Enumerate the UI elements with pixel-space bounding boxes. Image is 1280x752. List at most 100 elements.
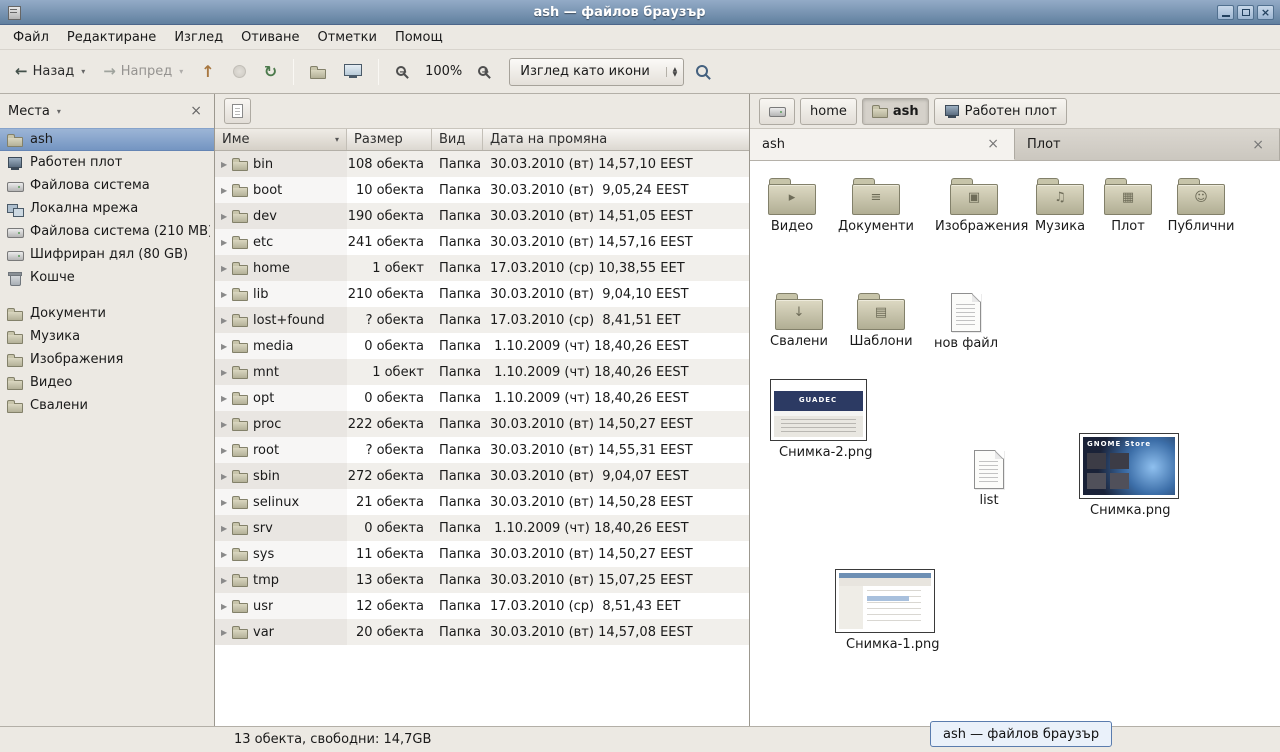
file-row[interactable]: ▶tmp13 обектаПапка30.03.2010 (вт) 15,07,…	[215, 567, 749, 593]
expander-icon[interactable]: ▶	[221, 628, 232, 637]
expander-icon[interactable]: ▶	[221, 420, 232, 429]
sidebar-item[interactable]: Кошче	[0, 266, 214, 289]
minimize-button[interactable]	[1217, 5, 1234, 20]
sidebar-item[interactable]: Шифриран дял (80 GB)	[0, 243, 214, 266]
view-mode-select[interactable]: Изглед като икони ▲▼	[509, 58, 684, 86]
tab-close-button[interactable]: ×	[1249, 137, 1267, 153]
file-row[interactable]: ▶home1 обектПапка17.03.2010 (ср) 10,38,5…	[215, 255, 749, 281]
file-row[interactable]: ▶srv0 обектаПапка 1.10.2009 (чт) 18,40,2…	[215, 515, 749, 541]
expander-icon[interactable]: ▶	[221, 290, 232, 299]
column-header-type[interactable]: Вид	[432, 129, 483, 150]
sidebar-item[interactable]: Локална мрежа	[0, 197, 214, 220]
expander-icon[interactable]: ▶	[221, 550, 232, 559]
expander-icon[interactable]: ▶	[221, 238, 232, 247]
icon-item[interactable]: нов файл	[918, 291, 1014, 352]
icon-item[interactable]: ▤Шаблони	[833, 290, 929, 350]
file-row[interactable]: ▶etc241 обектаПапка30.03.2010 (вт) 14,57…	[215, 229, 749, 255]
menubar-item[interactable]: Файл	[4, 27, 58, 48]
zoom-out-button[interactable]: −	[388, 60, 417, 84]
search-button[interactable]	[688, 59, 719, 85]
breadcrumb-button[interactable]: home	[800, 98, 857, 125]
sidebar-item[interactable]: Видео	[0, 371, 214, 394]
computer-button[interactable]	[337, 59, 369, 84]
file-row[interactable]: ▶selinux21 обектаПапка30.03.2010 (вт) 14…	[215, 489, 749, 515]
menubar-item[interactable]: Изглед	[165, 27, 232, 48]
up-button[interactable]: ↑	[194, 59, 221, 85]
expander-icon[interactable]: ▶	[221, 160, 232, 169]
column-header-date[interactable]: Дата на промяна	[483, 129, 749, 150]
file-row[interactable]: ▶opt0 обектаПапка 1.10.2009 (чт) 18,40,2…	[215, 385, 749, 411]
expander-icon[interactable]: ▶	[221, 342, 232, 351]
icon-item[interactable]: list	[941, 448, 1037, 509]
file-row[interactable]: ▶boot10 обектаПапка30.03.2010 (вт) 9,05,…	[215, 177, 749, 203]
sidebar-item[interactable]: ash	[0, 128, 214, 151]
expander-icon[interactable]: ▶	[221, 394, 232, 403]
file-row[interactable]: ▶bin108 обектаПапка30.03.2010 (вт) 14,57…	[215, 151, 749, 177]
breadcrumb-button[interactable]: ash	[862, 98, 929, 125]
expander-icon[interactable]: ▶	[221, 316, 232, 325]
expander-icon[interactable]: ▶	[221, 524, 232, 533]
stop-button[interactable]	[226, 60, 253, 83]
column-header-name[interactable]: Име ▾	[215, 129, 347, 150]
file-row[interactable]: ▶media0 обектаПапка 1.10.2009 (чт) 18,40…	[215, 333, 749, 359]
file-row[interactable]: ▶root? обектаПапка30.03.2010 (вт) 14,55,…	[215, 437, 749, 463]
sidebar-close-button[interactable]: ×	[186, 103, 206, 119]
back-button[interactable]: ← Назад ▾	[8, 59, 92, 84]
tab[interactable]: ash×	[750, 129, 1015, 160]
forward-button[interactable]: → Напред ▾	[96, 59, 190, 84]
expander-icon[interactable]: ▶	[221, 186, 232, 195]
date-cell: 30.03.2010 (вт) 14,55,31 EEST	[483, 437, 749, 463]
file-row[interactable]: ▶usr12 обектаПапка17.03.2010 (ср) 8,51,4…	[215, 593, 749, 619]
location-button[interactable]	[224, 98, 251, 124]
icon-item[interactable]: ▸Видео	[750, 175, 840, 235]
reload-button[interactable]: ↻	[257, 59, 284, 85]
tab[interactable]: Плот×	[1015, 129, 1280, 160]
expander-icon[interactable]: ▶	[221, 472, 232, 481]
file-row[interactable]: ▶proc222 обектаПапка30.03.2010 (вт) 14,5…	[215, 411, 749, 437]
icon-item[interactable]: ▣Изображения	[926, 175, 1022, 235]
expander-icon[interactable]: ▶	[221, 446, 232, 455]
expander-icon[interactable]: ▶	[221, 264, 232, 273]
menubar-item[interactable]: Отметки	[308, 27, 385, 48]
menubar-item[interactable]: Помощ	[386, 27, 452, 48]
zoom-in-button[interactable]: +	[470, 60, 499, 84]
sidebar-item[interactable]: Документи	[0, 302, 214, 325]
breadcrumb-button[interactable]	[759, 98, 795, 125]
file-row[interactable]: ▶lib210 обектаПапка30.03.2010 (вт) 9,04,…	[215, 281, 749, 307]
close-button[interactable]: ×	[1257, 5, 1274, 20]
file-row[interactable]: ▶dev190 обектаПапка30.03.2010 (вт) 14,51…	[215, 203, 749, 229]
file-row[interactable]: ▶mnt1 обектПапка 1.10.2009 (чт) 18,40,26…	[215, 359, 749, 385]
expander-icon[interactable]: ▶	[221, 576, 232, 585]
menubar-item[interactable]: Отиване	[232, 27, 308, 48]
file-row[interactable]: ▶var20 обектаПапка30.03.2010 (вт) 14,57,…	[215, 619, 749, 645]
sidebar-item[interactable]: Работен плот	[0, 151, 214, 174]
icon-item[interactable]: ☺Публични	[1153, 175, 1249, 235]
column-header-size[interactable]: Размер	[347, 129, 432, 150]
home-button[interactable]	[303, 59, 333, 85]
expander-icon[interactable]: ▶	[221, 498, 232, 507]
icon-view[interactable]: ▸Видео≡Документи▣Изображения♫Музика▦Плот…	[750, 161, 1280, 726]
file-row[interactable]: ▶sbin272 обектаПапка30.03.2010 (вт) 9,04…	[215, 463, 749, 489]
file-row[interactable]: ▶sys11 обектаПапка30.03.2010 (вт) 14,50,…	[215, 541, 749, 567]
back-dropdown-icon[interactable]: ▾	[81, 67, 85, 76]
icon-item[interactable]: GUADECСнимка-2.png	[770, 379, 866, 461]
titlebar[interactable]: ash — файлов браузър ×	[0, 0, 1280, 25]
icon-item[interactable]: GNOME StoreСнимка.png	[1081, 433, 1177, 519]
breadcrumb-button[interactable]: Работен плот	[934, 98, 1067, 125]
sidebar-item[interactable]: Изображения	[0, 348, 214, 371]
icon-item[interactable]: ≡Документи	[828, 175, 924, 235]
sidebar-item[interactable]: Файлова система (210 MB)	[0, 220, 214, 243]
places-selector[interactable]: Места ▾	[8, 104, 180, 119]
icon-item[interactable]: Снимка-1.png	[837, 569, 933, 653]
sidebar-item[interactable]: Свалени	[0, 394, 214, 417]
tab-close-button[interactable]: ×	[984, 136, 1002, 152]
expander-icon[interactable]: ▶	[221, 368, 232, 377]
file-row[interactable]: ▶lost+found? обектаПапка17.03.2010 (ср) …	[215, 307, 749, 333]
sidebar-item[interactable]: Музика	[0, 325, 214, 348]
menubar-item[interactable]: Редактиране	[58, 27, 165, 48]
expander-icon[interactable]: ▶	[221, 212, 232, 221]
maximize-button[interactable]	[1237, 5, 1254, 20]
sidebar-item[interactable]: Файлова система	[0, 174, 214, 197]
window-menu-icon[interactable]	[6, 5, 22, 19]
expander-icon[interactable]: ▶	[221, 602, 232, 611]
